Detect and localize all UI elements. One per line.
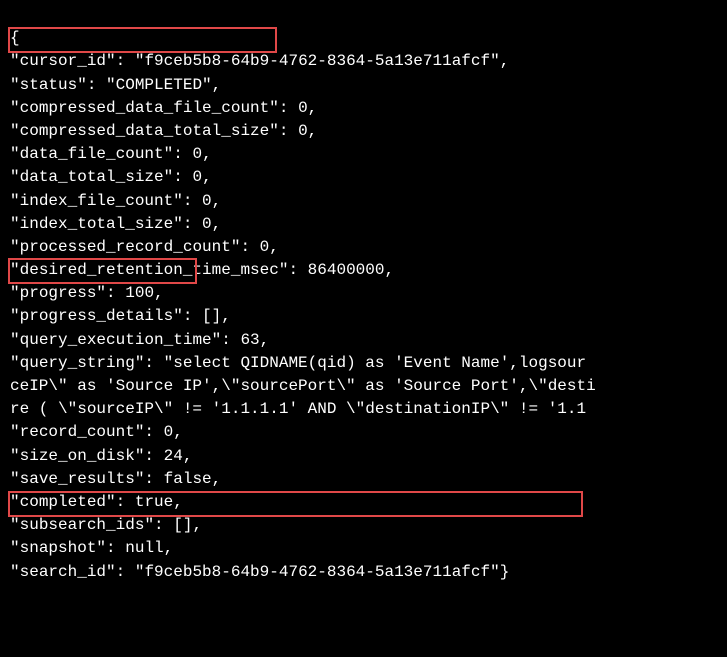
key-status: status — [20, 76, 78, 94]
line-ifc: "index_file_count": 0, — [10, 192, 221, 210]
val-qet: 63 — [240, 331, 259, 349]
line-prc: "processed_record_count": 0, — [10, 238, 279, 256]
key-cdts: compressed_data_total_size — [20, 122, 270, 140]
val-subsearch: [] — [173, 516, 192, 534]
brace-open: { — [10, 29, 20, 47]
val-search-id: f9ceb5b8-64b9-4762-8364-5a13e711afcf — [144, 563, 490, 581]
line-subsearch: "subsearch_ids": [], — [10, 516, 202, 534]
key-cursor-id: cursor_id — [20, 52, 106, 70]
key-search-id: search_id — [20, 563, 106, 581]
val-drtm: 86400000 — [308, 261, 385, 279]
key-cdfc: compressed_data_file_count — [20, 99, 270, 117]
val-completed: true — [135, 493, 173, 511]
line-dts: "data_total_size": 0, — [10, 168, 212, 186]
line-qet: "query_execution_time": 63, — [10, 331, 269, 349]
key-drtm: desired_retention_time_msec — [20, 261, 279, 279]
val-progress-details: [] — [202, 307, 221, 325]
line-cdts: "compressed_data_total_size": 0, — [10, 122, 317, 140]
val-cdfc: 0 — [298, 99, 308, 117]
key-qs: query_string — [20, 354, 135, 372]
highlight-status — [8, 27, 277, 53]
val-prc: 0 — [260, 238, 270, 256]
key-sr: save_results — [20, 470, 135, 488]
line-snapshot: "snapshot": null, — [10, 539, 173, 557]
key-dfc: data_file_count — [20, 145, 164, 163]
key-qet: query_execution_time — [20, 331, 212, 349]
line-completed: "completed": true, — [10, 493, 183, 511]
line-dfc: "data_file_count": 0, — [10, 145, 212, 163]
key-its: index_total_size — [20, 215, 174, 233]
line-status: "status": "COMPLETED", — [10, 76, 221, 94]
key-subsearch: subsearch_ids — [20, 516, 145, 534]
val-cursor-id: f9ceb5b8-64b9-4762-8364-5a13e711afcf — [144, 52, 490, 70]
val-status: COMPLETED — [116, 76, 202, 94]
line-search-id: "search_id": "f9ceb5b8-64b9-4762-8364-5a… — [10, 563, 509, 581]
val-cdts: 0 — [298, 122, 308, 140]
line-cdfc: "compressed_data_file_count": 0, — [10, 99, 317, 117]
val-snapshot: null — [125, 539, 163, 557]
val-qs3: re ( \"sourceIP\" != '1.1.1.1' AND \"des… — [10, 400, 586, 418]
key-ifc: index_file_count — [20, 192, 174, 210]
key-completed: completed — [20, 493, 106, 511]
val-rc: 0 — [164, 423, 174, 441]
key-sod: size_on_disk — [20, 447, 135, 465]
line-sr: "save_results": false, — [10, 470, 221, 488]
line-sod: "size_on_disk": 24, — [10, 447, 192, 465]
line-progress: "progress": 100, — [10, 284, 164, 302]
key-dts: data_total_size — [20, 168, 164, 186]
val-sod: 24 — [164, 447, 183, 465]
line-its: "index_total_size": 0, — [10, 215, 221, 233]
val-sr: false — [164, 470, 212, 488]
key-rc: record_count — [20, 423, 135, 441]
line-rc: "record_count": 0, — [10, 423, 183, 441]
val-its: 0 — [202, 215, 212, 233]
val-qs1: select QIDNAME(qid) as 'Event Name',logs… — [173, 354, 586, 372]
val-ifc: 0 — [202, 192, 212, 210]
line-qs1: "query_string": "select QIDNAME(qid) as … — [10, 354, 586, 372]
val-dts: 0 — [192, 168, 202, 186]
key-snapshot: snapshot — [20, 539, 97, 557]
val-progress: 100 — [125, 284, 154, 302]
line-drtm: "desired_retention_time_msec": 86400000, — [10, 261, 394, 279]
key-progress: progress — [20, 284, 97, 302]
val-qs2: ceIP\" as 'Source IP',\"sourcePort\" as … — [10, 377, 596, 395]
line-progress-details: "progress_details": [], — [10, 307, 231, 325]
val-dfc: 0 — [192, 145, 202, 163]
terminal-output: { "cursor_id": "f9ceb5b8-64b9-4762-8364-… — [0, 0, 727, 657]
key-prc: processed_record_count — [20, 238, 231, 256]
line-cursor-id: "cursor_id": "f9ceb5b8-64b9-4762-8364-5a… — [10, 52, 509, 70]
key-progress-details: progress_details — [20, 307, 174, 325]
